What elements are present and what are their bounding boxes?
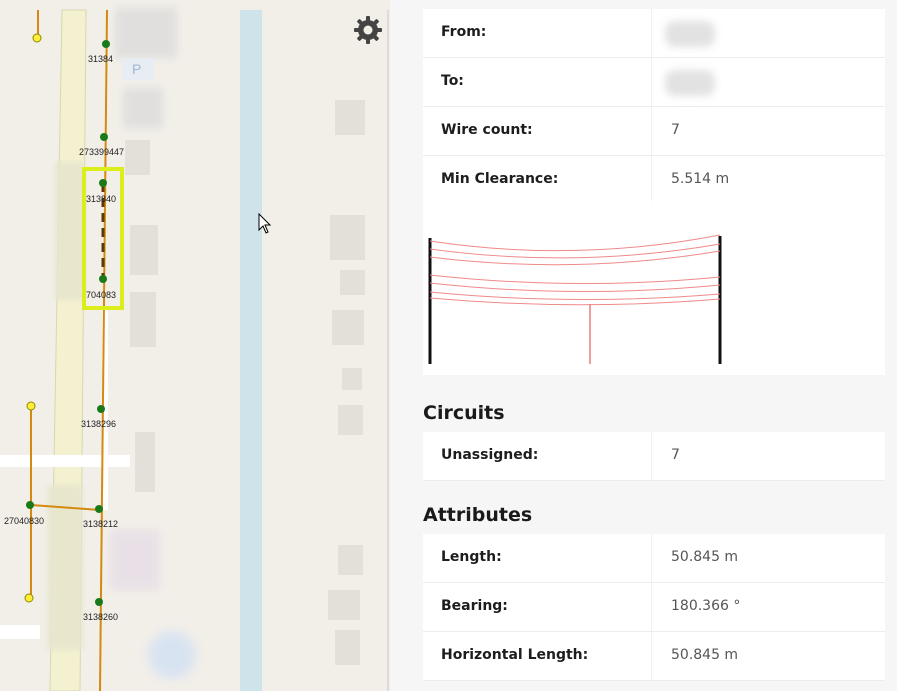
node-label: 3138212 xyxy=(83,519,118,529)
building xyxy=(328,590,360,620)
map-node[interactable] xyxy=(99,179,107,187)
detail-value: 50.845 m xyxy=(671,549,739,565)
map-node[interactable] xyxy=(95,505,103,513)
attribute-row-bearing: Bearing: 180.366 ° xyxy=(423,583,885,632)
wire-sag-diagram xyxy=(423,201,885,377)
detail-label: Wire count: xyxy=(441,122,533,138)
map-node[interactable] xyxy=(99,275,107,283)
detail-label: Unassigned: xyxy=(441,447,539,463)
node-label: 31384 xyxy=(88,54,113,64)
wire xyxy=(429,234,721,252)
attribute-row-length: Length: 50.845 m xyxy=(423,534,885,583)
detail-label: To: xyxy=(441,73,464,89)
building xyxy=(130,292,156,347)
map-node[interactable] xyxy=(97,405,105,413)
settings-button[interactable] xyxy=(353,15,383,45)
detail-row-to: To: xyxy=(423,58,885,107)
detail-value: 180.366 ° xyxy=(671,598,741,614)
building xyxy=(338,545,363,575)
detail-value: 50.845 m xyxy=(671,647,739,663)
redacted-value xyxy=(665,21,715,47)
building xyxy=(340,270,365,295)
node-label: 704083 xyxy=(86,290,116,300)
blurred-area xyxy=(148,631,196,679)
map-node[interactable] xyxy=(26,501,34,509)
details-panel: From: To: Wire count: 7 Min Clearance: 5… xyxy=(390,0,897,691)
map-node-yellow[interactable] xyxy=(26,401,36,411)
node-label: 313840 xyxy=(86,194,116,204)
circuits-title: Circuits xyxy=(423,402,505,424)
detail-label: Bearing: xyxy=(441,598,508,614)
attribute-row-horizontal-length: Horizontal Length: 50.845 m xyxy=(423,632,885,681)
span-details-card: From: To: Wire count: 7 Min Clearance: 5… xyxy=(423,9,885,205)
building xyxy=(342,368,362,390)
building xyxy=(330,215,365,260)
detail-label: Length: xyxy=(441,549,502,565)
building xyxy=(335,100,365,135)
building xyxy=(125,140,150,175)
map-view[interactable]: P 31384 273399447 313840 704083 3138296 … xyxy=(0,0,390,691)
detail-value: 7 xyxy=(671,122,680,138)
node-label: 27040830 xyxy=(4,516,44,526)
wire xyxy=(429,291,721,301)
wire xyxy=(429,274,721,285)
blurred-area xyxy=(55,162,85,300)
redacted-value xyxy=(665,70,715,96)
gear-icon xyxy=(354,16,382,44)
building xyxy=(130,225,158,275)
node-label: 3138260 xyxy=(83,612,118,622)
blurred-area xyxy=(110,530,160,590)
detail-row-from: From: xyxy=(423,9,885,58)
canal xyxy=(240,10,262,691)
circuit-row-unassigned: Unassigned: 7 xyxy=(423,432,885,481)
blurred-area xyxy=(123,88,163,128)
detail-row-min-clearance: Min Clearance: 5.514 m xyxy=(423,156,885,205)
detail-label: From: xyxy=(441,24,487,40)
map-node-yellow[interactable] xyxy=(32,33,42,43)
side-road xyxy=(0,625,40,639)
building xyxy=(332,310,364,345)
map-node-yellow[interactable] xyxy=(24,593,34,603)
map-canvas[interactable]: P 31384 273399447 313840 704083 3138296 … xyxy=(0,0,390,691)
node-label: 273399447 xyxy=(79,147,124,157)
wire xyxy=(429,282,721,293)
map-node[interactable] xyxy=(102,40,110,48)
blurred-area xyxy=(115,8,177,58)
attributes-title: Attributes xyxy=(423,504,533,526)
side-road xyxy=(0,455,130,467)
parking-label: P xyxy=(132,61,141,77)
blurred-area xyxy=(47,485,83,650)
building xyxy=(135,432,155,492)
detail-row-wire-count: Wire count: 7 xyxy=(423,107,885,156)
building xyxy=(338,405,363,435)
building xyxy=(335,630,360,665)
detail-label: Min Clearance: xyxy=(441,171,559,187)
circuits-card: Unassigned: 7 xyxy=(423,432,885,481)
detail-value: 7 xyxy=(671,447,680,463)
detail-label: Horizontal Length: xyxy=(441,647,589,663)
node-label: 3138296 xyxy=(81,419,116,429)
map-node[interactable] xyxy=(95,598,103,606)
attributes-card: Length: 50.845 m Bearing: 180.366 ° Hori… xyxy=(423,534,885,681)
map-node[interactable] xyxy=(100,133,108,141)
detail-value: 5.514 m xyxy=(671,171,730,187)
